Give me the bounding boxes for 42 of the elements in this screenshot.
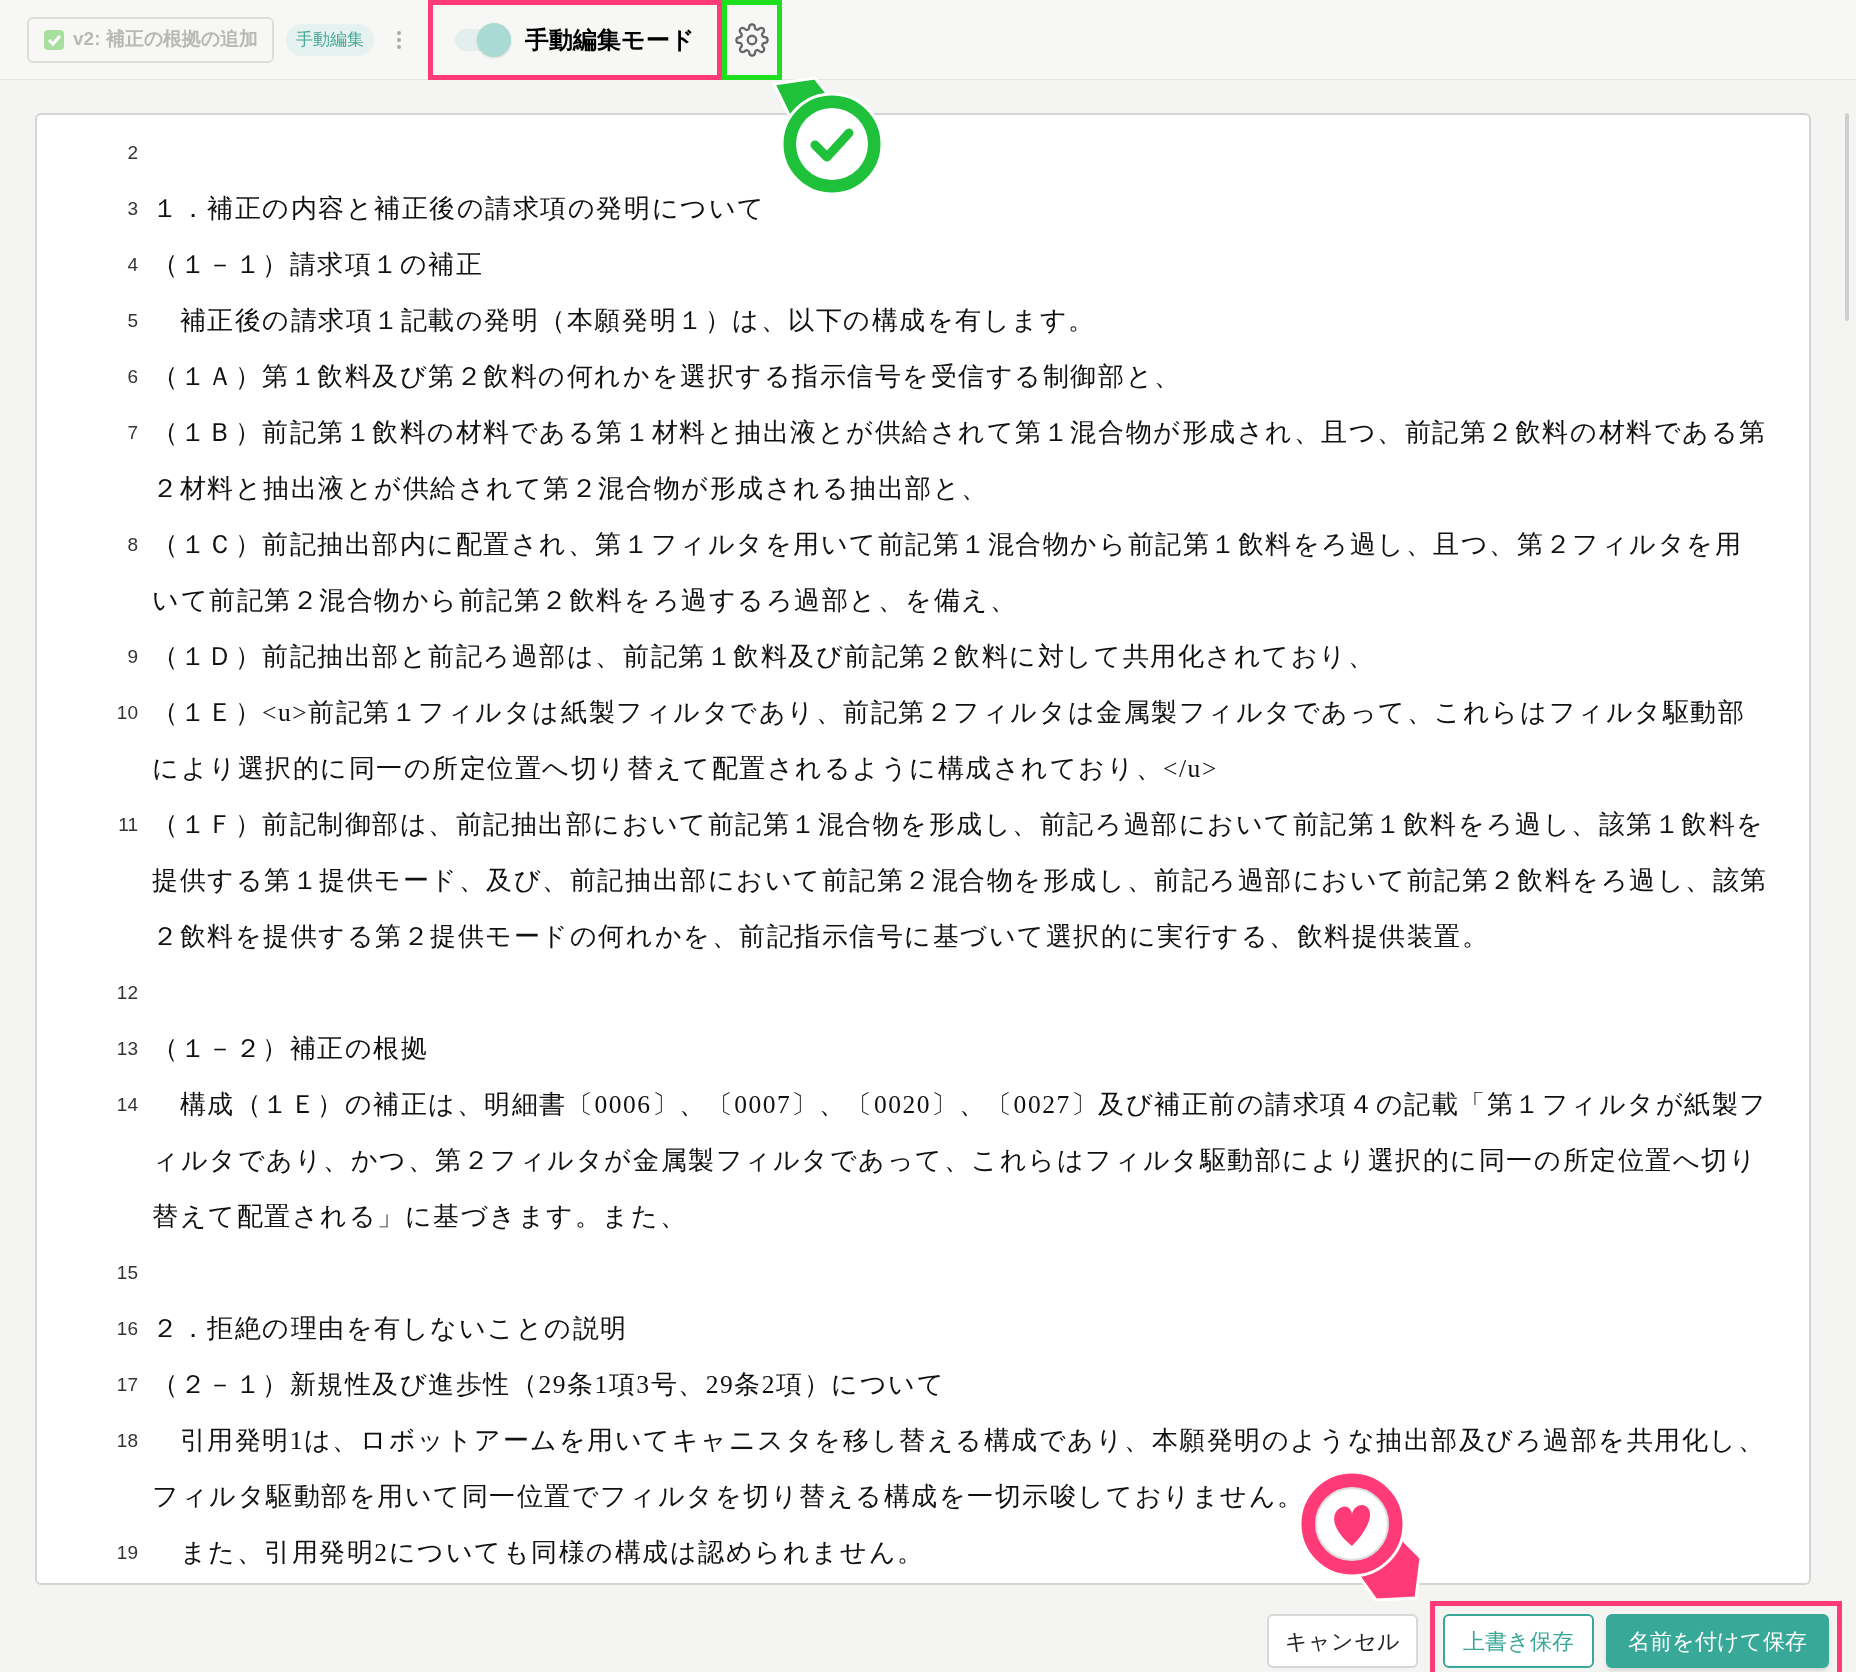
line-number: 7 xyxy=(126,421,139,445)
line-text: （１Ｆ）前記制御部は、前記抽出部において前記第１混合物を形成し、前記ろ過部において前記第１飲料をろ過し、該第１飲料を提供する第１提供モード、及び、前記抽出部において前記第２混合物を形成し、前記ろ過部において前記第２飲料をろ過し、該第２飲料を提供する第２提供モードの何れかを、前記指示信号に基づいて選択的に実行する、飲料提供装置。 xyxy=(152,809,1769,953)
line-number: 2 xyxy=(126,141,139,165)
line-text: 構成（１Ｅ）の補正は、明細書〔0006〕、〔0007〕、〔0020〕、〔0027〕及び補正前の請求項４の記載「第１フィルタが紙製フィルタであり、かつ、第２フィルタが金属製フィルタであって、これらはフィルタ駆動部により選択的に同一の所定位置へ切り替えて配置される」に基づきます。また、 xyxy=(152,1089,1769,1233)
line-number: 19 xyxy=(115,1541,139,1565)
line-text: 補正後の請求項１記載の発明（本願発明１）は、以下の構成を有します。 xyxy=(178,305,1098,337)
line-text: （２－１）新規性及び進歩性（29条1項3号、29条2項）について xyxy=(152,1369,947,1401)
line-text: （１Ｃ）前記抽出部内に配置され、第１フィルタを用いて前記第１混合物から前記第１飲料をろ過し、且つ、第２フィルタを用いて前記第２混合物から前記第２飲料をろ過するろ過部と、を備え、 xyxy=(152,529,1744,617)
line-text: （１Ｄ）前記抽出部と前記ろ過部は、前記第１飲料及び前記第２飲料に対して共用化されており、 xyxy=(152,641,1377,673)
line-number: 12 xyxy=(115,981,139,1005)
cancel-button[interactable]: キャンセル xyxy=(1267,1614,1418,1668)
line-text: １．補正の内容と補正後の請求項の発明について xyxy=(152,193,767,225)
settings-icon[interactable] xyxy=(734,22,769,57)
line-text: （１－１）請求項１の補正 xyxy=(152,249,485,281)
status-badge: 手動編集 xyxy=(285,23,374,56)
line-number: 4 xyxy=(126,253,139,277)
line-number: 8 xyxy=(126,533,139,557)
line-text: （１Ａ）第１飲料及び第２飲料の何れかを選択する指示信号を受信する制御部と、 xyxy=(152,361,1183,393)
line-number: 16 xyxy=(115,1317,139,1341)
line-number: 10 xyxy=(115,701,139,725)
line-text: （１Ｂ）前記第１飲料の材料である第１材料と抽出液とが供給されて第１混合物が形成され、且つ、前記第２飲料の材料である第２材料と抽出液とが供給されて第２混合物が形成される抽出部と、 xyxy=(152,417,1768,505)
line-number: 3 xyxy=(126,197,139,221)
line-number: 11 xyxy=(117,813,139,837)
line-number: 14 xyxy=(115,1093,139,1117)
save-button[interactable]: 名前を付けて保存 xyxy=(1606,1614,1829,1668)
line-text: ２．拒絶の理由を有しないことの説明 xyxy=(152,1313,629,1345)
mode-toggle[interactable] xyxy=(454,22,511,57)
line-text: （１－２）補正の根拠 xyxy=(152,1033,430,1065)
line-number: 18 xyxy=(115,1429,139,1453)
line-number: 6 xyxy=(126,365,139,389)
line-number: 17 xyxy=(115,1373,139,1397)
toggle-label: 手動編集モード xyxy=(524,24,695,55)
line-number: 15 xyxy=(115,1261,139,1285)
scrollbar[interactable] xyxy=(1845,113,1849,321)
line-text: また、引用発明2についても同様の構成は認められません。 xyxy=(178,1537,926,1569)
save-button[interactable]: 上書き保存 xyxy=(1443,1614,1594,1668)
line-number: 13 xyxy=(115,1037,139,1061)
more-icon[interactable] xyxy=(395,29,402,50)
line-text: （１Ｅ）<u>前記第１フィルタは紙製フィルタであり、前記第２フィルタは金属製フィルタであって、これらはフィルタ駆動部により選択的に同一の所定位置へ切り替えて配置されるように構成されており、</u> xyxy=(152,697,1747,785)
line-number: 5 xyxy=(126,309,139,333)
line-text: 引用発明1は、ロボットアームを用いてキャニスタを移し替える構成であり、本願発明のような抽出部及びろ過部を共用化し、フィルタ駆動部を用いて同一位置でフィルタを切り替える構成を一切示唆しておりません。 xyxy=(152,1425,1767,1513)
line-number: 9 xyxy=(126,645,139,669)
